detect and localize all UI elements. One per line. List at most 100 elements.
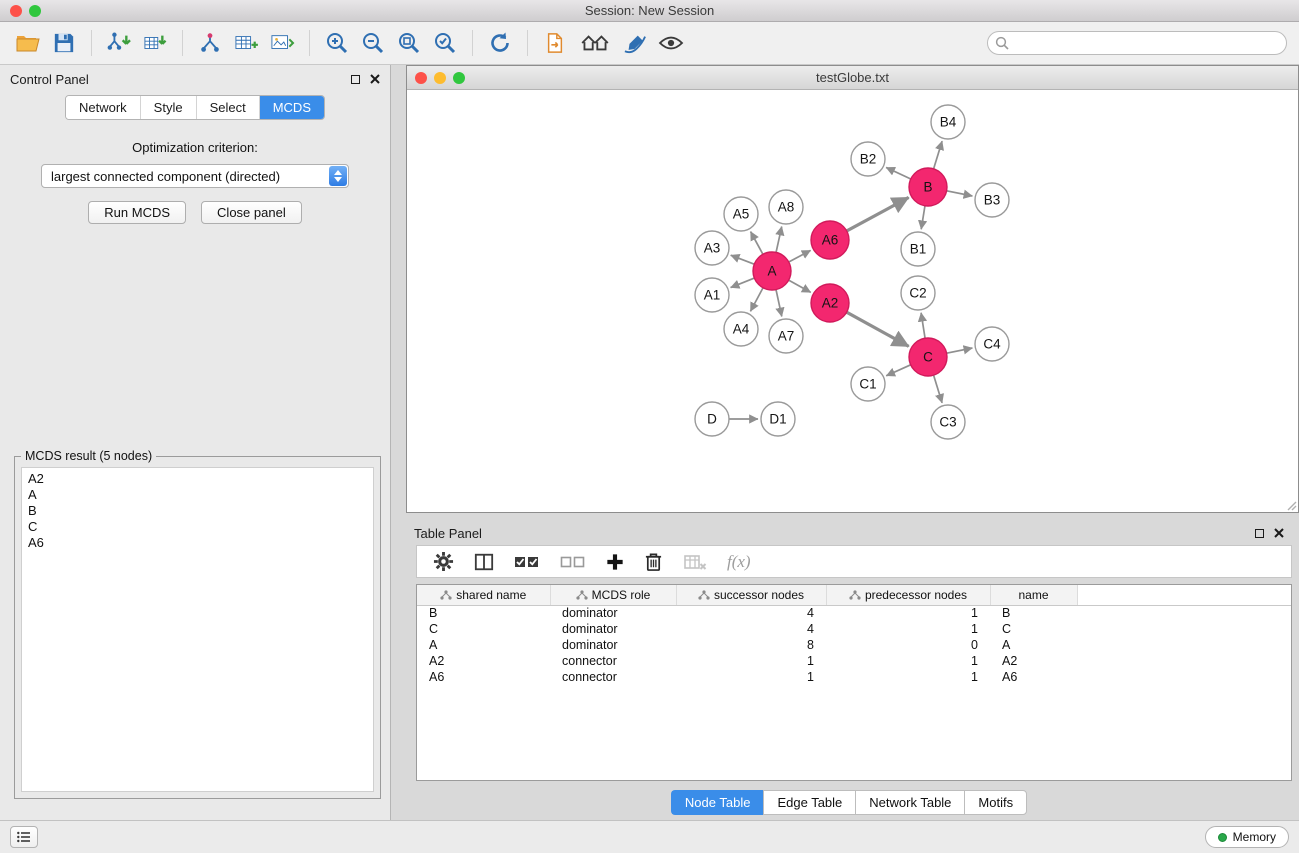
cell-successor-nodes[interactable]: 1: [676, 669, 826, 685]
table-settings-button[interactable]: [433, 551, 454, 572]
network-node-D[interactable]: D: [695, 402, 729, 436]
column-header-shared-name[interactable]: shared name: [417, 585, 550, 605]
cell-mcds-role[interactable]: connector: [550, 653, 676, 669]
split-columns-button[interactable]: [474, 552, 494, 572]
network-edge-A-A8[interactable]: [776, 227, 782, 253]
cell-name[interactable]: B: [990, 605, 1077, 621]
network-edge-B-B4[interactable]: [934, 141, 943, 169]
cell-predecessor-nodes[interactable]: 0: [826, 637, 990, 653]
column-header-predecessor-nodes[interactable]: predecessor nodes: [826, 585, 990, 605]
export-image-button[interactable]: [266, 27, 298, 59]
network-node-D1[interactable]: D1: [761, 402, 795, 436]
session-snapshot-button[interactable]: [539, 27, 571, 59]
network-edge-B-B2[interactable]: [886, 167, 911, 179]
search-input[interactable]: [987, 31, 1287, 55]
network-edge-C-C1[interactable]: [886, 365, 910, 376]
network-node-A8[interactable]: A8: [769, 190, 803, 224]
tab-edge-table[interactable]: Edge Table: [763, 790, 855, 815]
close-table-panel-icon[interactable]: [1274, 528, 1284, 538]
new-table-button[interactable]: [230, 27, 262, 59]
tab-node-table[interactable]: Node Table: [671, 790, 764, 815]
network-node-B3[interactable]: B3: [975, 183, 1009, 217]
cell-successor-nodes[interactable]: 4: [676, 605, 826, 621]
criterion-dropdown[interactable]: largest connected component (directed): [41, 164, 349, 188]
delete-column-button[interactable]: [644, 551, 663, 572]
tab-select[interactable]: Select: [197, 96, 260, 119]
mcds-result-list[interactable]: A2 A B C A6: [21, 467, 374, 792]
network-node-A[interactable]: A: [753, 252, 791, 290]
network-minimize-button[interactable]: [434, 72, 446, 84]
tab-motifs[interactable]: Motifs: [964, 790, 1027, 815]
mcds-result-item[interactable]: A2: [28, 471, 367, 487]
float-table-panel-icon[interactable]: [1255, 529, 1264, 538]
close-panel-button[interactable]: Close panel: [201, 201, 302, 224]
network-node-A1[interactable]: A1: [695, 278, 729, 312]
show-hide-button[interactable]: [655, 27, 687, 59]
tab-style[interactable]: Style: [141, 96, 197, 119]
close-window-button[interactable]: [10, 5, 22, 17]
network-node-A6[interactable]: A6: [811, 221, 849, 259]
tab-mcds[interactable]: MCDS: [260, 96, 324, 119]
cell-name[interactable]: C: [990, 621, 1077, 637]
save-session-button[interactable]: [48, 27, 80, 59]
cell-name[interactable]: A2: [990, 653, 1077, 669]
cell-shared-name[interactable]: A6: [417, 669, 550, 685]
network-node-A7[interactable]: A7: [769, 319, 803, 353]
network-node-C4[interactable]: C4: [975, 327, 1009, 361]
zoom-fit-button[interactable]: [393, 27, 425, 59]
zoom-out-button[interactable]: [357, 27, 389, 59]
tab-network[interactable]: Network: [66, 96, 141, 119]
network-canvas[interactable]: B4B2BB3B1A5A8A6A3AA1A2A4A7C2C4CC1C3DD1: [407, 90, 1298, 512]
function-builder-button[interactable]: f(x): [727, 552, 751, 572]
tab-network-table[interactable]: Network Table: [855, 790, 964, 815]
close-panel-icon[interactable]: [370, 74, 380, 84]
cell-predecessor-nodes[interactable]: 1: [826, 605, 990, 621]
network-edge-A-A7[interactable]: [776, 290, 782, 317]
network-window-titlebar[interactable]: testGlobe.txt: [407, 66, 1298, 90]
network-node-B2[interactable]: B2: [851, 142, 885, 176]
table-row[interactable]: A2 connector 1 1 A2: [417, 653, 1291, 669]
network-node-C[interactable]: C: [909, 338, 947, 376]
network-edge-A2-C[interactable]: [847, 312, 909, 346]
show-panels-button[interactable]: [10, 826, 38, 848]
import-network-from-file-button[interactable]: [103, 27, 135, 59]
import-table-from-file-button[interactable]: [139, 27, 171, 59]
cell-mcds-role[interactable]: dominator: [550, 605, 676, 621]
network-node-B4[interactable]: B4: [931, 105, 965, 139]
network-node-C1[interactable]: C1: [851, 367, 885, 401]
column-header-name[interactable]: name: [990, 585, 1077, 605]
table-row[interactable]: A6 connector 1 1 A6: [417, 669, 1291, 685]
network-edge-B-B1[interactable]: [921, 206, 925, 229]
cell-predecessor-nodes[interactable]: 1: [826, 621, 990, 637]
network-node-C2[interactable]: C2: [901, 276, 935, 310]
network-node-A5[interactable]: A5: [724, 197, 758, 231]
memory-button[interactable]: Memory: [1205, 826, 1289, 848]
network-edge-C-C2[interactable]: [921, 313, 925, 338]
add-column-button[interactable]: [606, 553, 624, 571]
float-panel-icon[interactable]: [351, 75, 360, 84]
cell-name[interactable]: A6: [990, 669, 1077, 685]
annotations-button[interactable]: [619, 27, 651, 59]
cell-successor-nodes[interactable]: 1: [676, 653, 826, 669]
apply-layout-button[interactable]: [484, 27, 516, 59]
cell-successor-nodes[interactable]: 4: [676, 621, 826, 637]
table-row[interactable]: C dominator 4 1 C: [417, 621, 1291, 637]
zoom-in-button[interactable]: [321, 27, 353, 59]
cell-predecessor-nodes[interactable]: 1: [826, 653, 990, 669]
cell-predecessor-nodes[interactable]: 1: [826, 669, 990, 685]
mcds-result-item[interactable]: C: [28, 519, 367, 535]
network-close-button[interactable]: [415, 72, 427, 84]
cell-shared-name[interactable]: A2: [417, 653, 550, 669]
network-edge-A-A1[interactable]: [731, 278, 755, 288]
new-network-button[interactable]: [194, 27, 226, 59]
network-node-A4[interactable]: A4: [724, 312, 758, 346]
open-session-button[interactable]: [12, 27, 44, 59]
network-node-A3[interactable]: A3: [695, 231, 729, 265]
zoom-window-button[interactable]: [29, 5, 41, 17]
network-edge-B-B3[interactable]: [947, 191, 973, 196]
mcds-result-item[interactable]: A: [28, 487, 367, 503]
cell-successor-nodes[interactable]: 8: [676, 637, 826, 653]
cell-shared-name[interactable]: C: [417, 621, 550, 637]
mcds-result-item[interactable]: A6: [28, 535, 367, 551]
network-edge-A-A5[interactable]: [751, 232, 763, 255]
